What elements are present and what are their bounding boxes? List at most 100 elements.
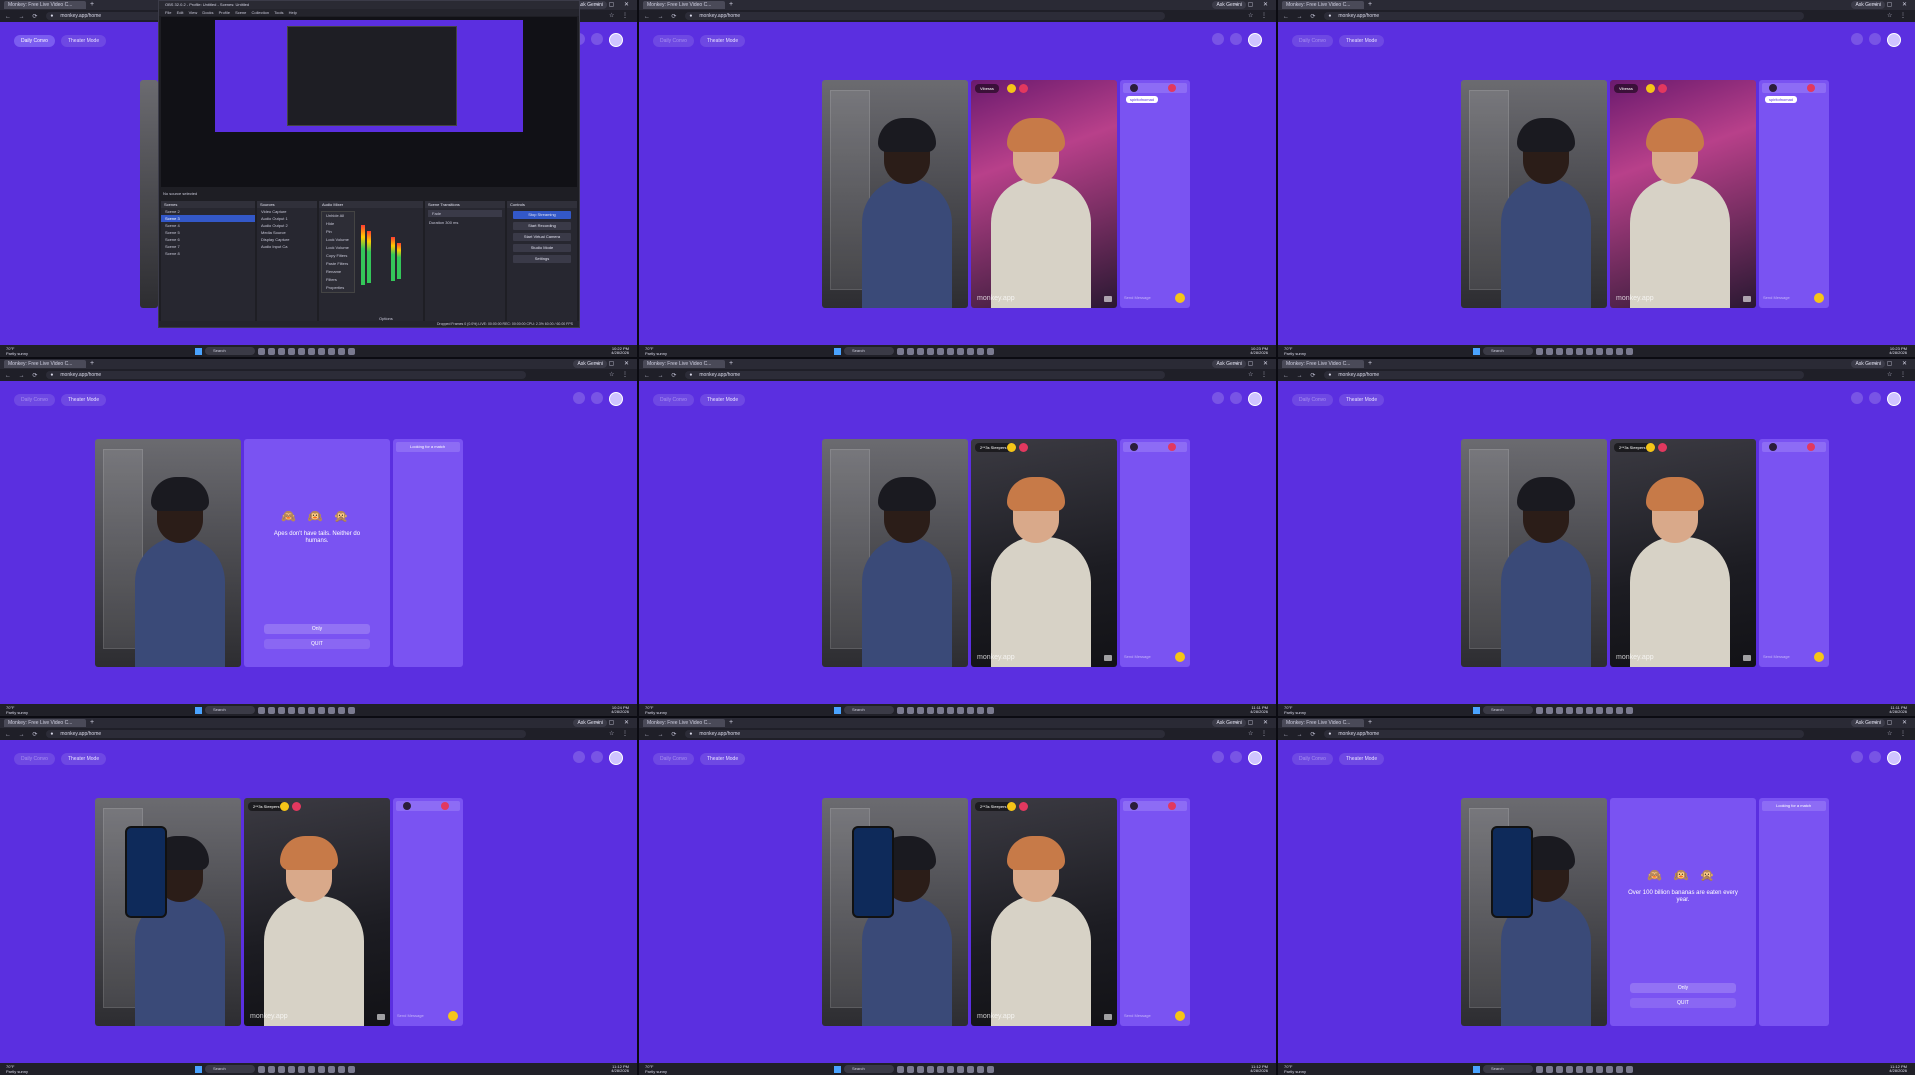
- quit-button[interactable]: QUIT: [1630, 998, 1736, 1008]
- notification-icon[interactable]: [573, 392, 585, 404]
- browser-tab[interactable]: Monkey: Free Live Video C...: [1282, 360, 1364, 368]
- taskbar-app-icon[interactable]: [1576, 1065, 1583, 1073]
- new-tab-button[interactable]: +: [729, 1, 733, 9]
- taskbar-app-icon[interactable]: [897, 1065, 904, 1073]
- window-controls[interactable]: – ▢ ✕: [1874, 719, 1911, 726]
- source-item[interactable]: Video Capture: [257, 208, 317, 215]
- taskbar-app-icon[interactable]: [1556, 1065, 1563, 1073]
- extension-icons[interactable]: ☆ ⋮: [1887, 730, 1909, 737]
- context-menu-item[interactable]: Pin: [322, 228, 354, 236]
- taskbar-clock[interactable]: 10:24 PM 4/28/2026: [611, 706, 629, 714]
- window-controls[interactable]: – ▢ ✕: [596, 1, 633, 8]
- report-icon[interactable]: [441, 802, 449, 810]
- scene-item[interactable]: Scene 4: [161, 222, 255, 229]
- obs-menu-item[interactable]: Docks: [202, 10, 213, 15]
- extension-icons[interactable]: ☆ ⋮: [1887, 371, 1909, 378]
- windows-start-icon[interactable]: [195, 706, 202, 714]
- weather-widget[interactable]: 70°F Partly sunny: [645, 705, 685, 715]
- partner-avatar[interactable]: [1769, 84, 1777, 92]
- nav-arrows-icon[interactable]: ← → ⟳: [5, 13, 40, 20]
- avatar[interactable]: [609, 751, 623, 765]
- browser-tab[interactable]: Monkey: Free Live Video C...: [643, 1, 725, 9]
- taskbar-app-icon[interactable]: [298, 706, 305, 714]
- taskbar-app-icon[interactable]: [1566, 706, 1573, 714]
- send-icon[interactable]: [1175, 1011, 1185, 1021]
- report-icon[interactable]: [1019, 443, 1028, 452]
- avatar[interactable]: [1887, 751, 1901, 765]
- avatar[interactable]: [1887, 392, 1901, 406]
- settings-icon[interactable]: [591, 751, 603, 763]
- browser-tab[interactable]: Monkey: Free Live Video C...: [643, 719, 725, 727]
- nav-arrows-icon[interactable]: ← → ⟳: [1283, 372, 1318, 379]
- partner-avatar[interactable]: [403, 802, 411, 810]
- theater-mode-button[interactable]: Theater Mode: [1338, 35, 1385, 47]
- taskbar-app-icon[interactable]: [937, 1065, 944, 1073]
- extension-icons[interactable]: ☆ ⋮: [1248, 12, 1270, 19]
- source-item[interactable]: Display Capture: [257, 236, 317, 243]
- taskbar-app-icon[interactable]: [258, 1065, 265, 1073]
- star-icon[interactable]: [1646, 84, 1655, 93]
- windows-start-icon[interactable]: [195, 1065, 202, 1073]
- taskbar-app-icon[interactable]: [1546, 1065, 1553, 1073]
- daily-convo-button[interactable]: Daily Convo: [14, 394, 55, 406]
- taskbar-app-icon[interactable]: [1606, 706, 1613, 714]
- obs-menu-item[interactable]: Edit: [177, 10, 184, 15]
- taskbar-app-icon[interactable]: [897, 706, 904, 714]
- report-icon[interactable]: [1658, 443, 1667, 452]
- browser-tab[interactable]: Monkey: Free Live Video C...: [1282, 1, 1364, 9]
- taskbar-search[interactable]: Search: [844, 706, 894, 714]
- taskbar-app-icon[interactable]: [308, 347, 315, 355]
- send-icon[interactable]: [1175, 652, 1185, 662]
- taskbar-app-icon[interactable]: [967, 706, 974, 714]
- taskbar-app-icon[interactable]: [1556, 706, 1563, 714]
- taskbar-app-icon[interactable]: [318, 1065, 325, 1073]
- notification-icon[interactable]: [1212, 751, 1224, 763]
- taskbar-app-icon[interactable]: [308, 706, 315, 714]
- message-input[interactable]: Send Message: [397, 1013, 424, 1018]
- taskbar-search[interactable]: Search: [1483, 1065, 1533, 1073]
- only-button[interactable]: Only: [264, 624, 370, 634]
- taskbar-app-icon[interactable]: [298, 1065, 305, 1073]
- fullscreen-icon[interactable]: [1743, 296, 1751, 302]
- taskbar-app-icon[interactable]: [288, 1065, 295, 1073]
- notification-icon[interactable]: [1851, 33, 1863, 45]
- taskbar-app-icon[interactable]: [917, 1065, 924, 1073]
- taskbar-app-icon[interactable]: [977, 1065, 984, 1073]
- context-menu-item[interactable]: Unhide All: [322, 212, 354, 220]
- taskbar-app-icon[interactable]: [348, 1065, 355, 1073]
- taskbar-app-icon[interactable]: [967, 1065, 974, 1073]
- fullscreen-icon[interactable]: [1104, 1014, 1112, 1020]
- taskbar-app-icon[interactable]: [977, 347, 984, 355]
- taskbar-app-icon[interactable]: [947, 347, 954, 355]
- taskbar-app-icon[interactable]: [278, 706, 285, 714]
- taskbar-app-icon[interactable]: [1606, 1065, 1613, 1073]
- partner-avatar[interactable]: [1130, 443, 1138, 451]
- scene-item[interactable]: Scene 5: [161, 229, 255, 236]
- avatar[interactable]: [609, 33, 623, 47]
- notification-icon[interactable]: [1851, 751, 1863, 763]
- settings-icon[interactable]: [591, 33, 603, 45]
- send-icon[interactable]: [448, 1011, 458, 1021]
- message-input[interactable]: Send Message: [1124, 1013, 1151, 1018]
- new-tab-button[interactable]: +: [1368, 360, 1372, 368]
- obs-control-button[interactable]: Start Recording: [513, 222, 571, 230]
- partner-avatar[interactable]: [1130, 802, 1138, 810]
- message-input[interactable]: Send Message: [1763, 295, 1790, 300]
- taskbar-app-icon[interactable]: [268, 706, 275, 714]
- extension-icons[interactable]: ☆ ⋮: [609, 730, 631, 737]
- avatar[interactable]: [1248, 392, 1262, 406]
- window-controls[interactable]: – ▢ ✕: [1874, 360, 1911, 367]
- taskbar-app-icon[interactable]: [338, 1065, 345, 1073]
- source-item[interactable]: Audio Output 1: [257, 215, 317, 222]
- notification-icon[interactable]: [1212, 392, 1224, 404]
- partner-username[interactable]: 2**3s Sleepers: [248, 802, 285, 811]
- partner-avatar[interactable]: [1130, 84, 1138, 92]
- taskbar-app-icon[interactable]: [258, 347, 265, 355]
- taskbar-app-icon[interactable]: [927, 347, 934, 355]
- report-icon[interactable]: [1168, 802, 1176, 810]
- scene-item[interactable]: Scene 7: [161, 243, 255, 250]
- taskbar-app-icon[interactable]: [907, 347, 914, 355]
- context-menu-item[interactable]: Properties: [322, 284, 354, 292]
- avatar[interactable]: [1887, 33, 1901, 47]
- nav-arrows-icon[interactable]: ← → ⟳: [1283, 731, 1318, 738]
